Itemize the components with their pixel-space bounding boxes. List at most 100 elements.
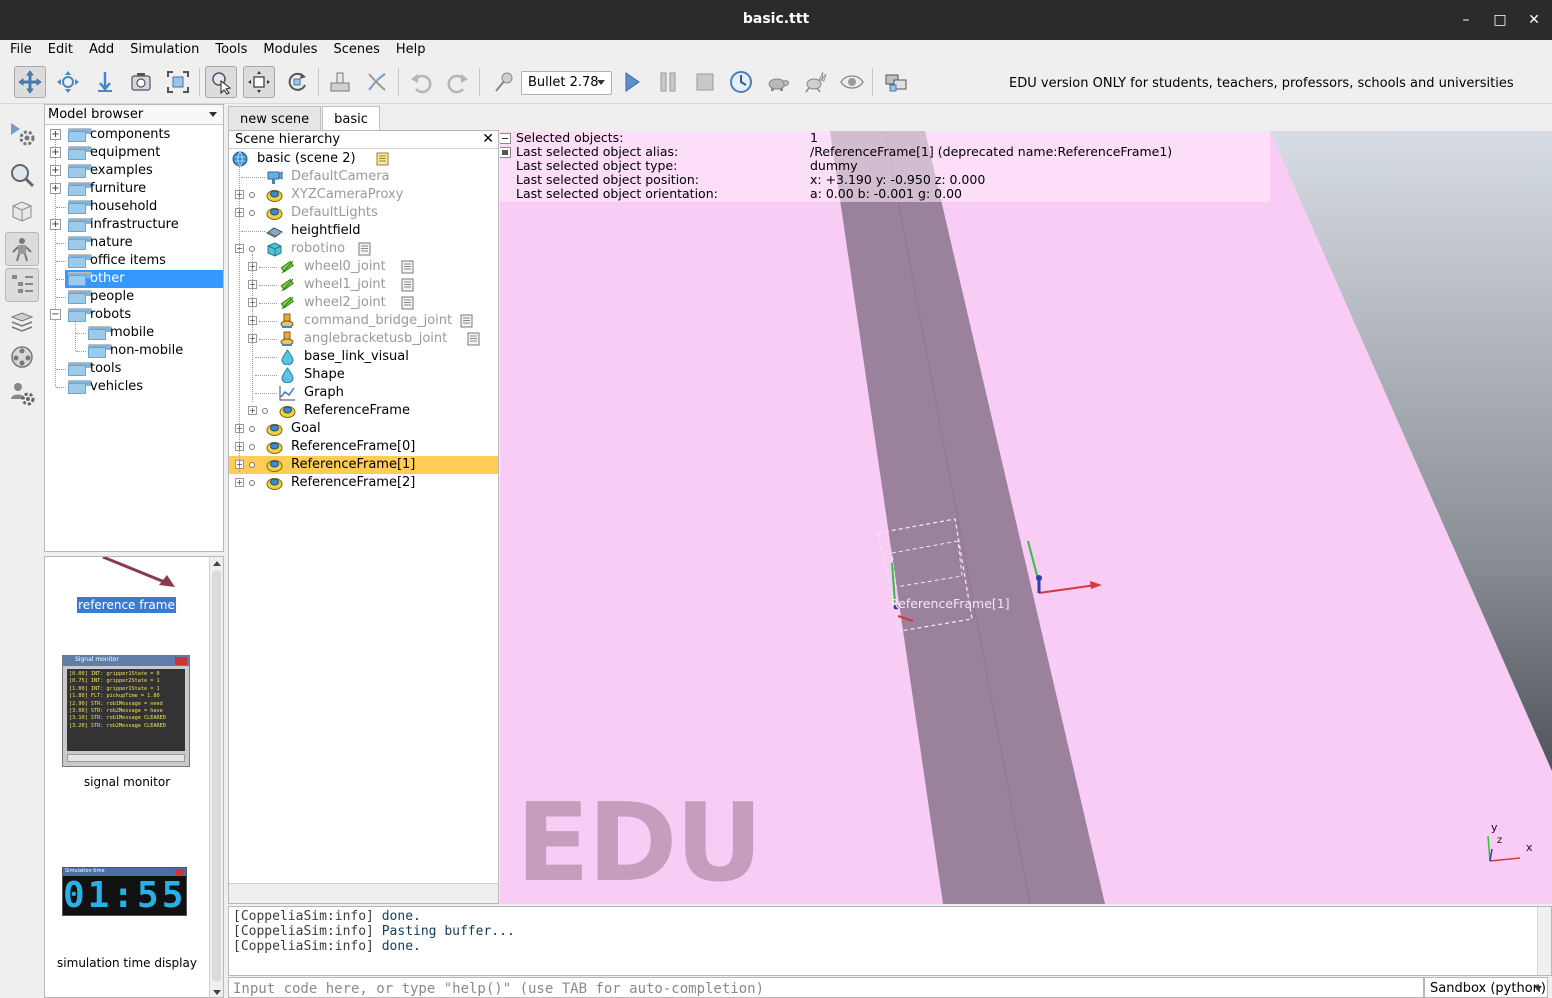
sandbox-select[interactable]: Sandbox (python): [1424, 977, 1548, 998]
shapes-edit-icon[interactable]: [5, 194, 39, 228]
folder-item-other[interactable]: other: [56, 270, 223, 288]
hierarchy-item-shape[interactable]: Shape: [229, 366, 498, 384]
visibility-dot-icon[interactable]: [249, 426, 255, 432]
script-icon[interactable]: [467, 332, 480, 346]
start-simulation-icon[interactable]: [615, 66, 647, 98]
physics-engine-select[interactable]: Bullet 2.78: [521, 71, 612, 95]
hierarchy-item-xyzcameraproxy[interactable]: + XYZCameraProxy: [229, 186, 498, 204]
expand-icon[interactable]: +: [50, 219, 61, 230]
info-collapse-toggle[interactable]: [500, 133, 511, 144]
code-input[interactable]: Input code here, or type "help()" (use T…: [228, 977, 1424, 998]
hierarchy-item-robotino[interactable]: − robotino: [229, 240, 498, 258]
slow-down-icon[interactable]: [762, 66, 794, 98]
page-selector-icon[interactable]: [880, 66, 912, 98]
assemble-icon[interactable]: [324, 66, 356, 98]
script-icon[interactable]: [460, 314, 473, 328]
thumbnail-signal-monitor[interactable]: Signal monitor [0.00] INT: gripper1State…: [45, 653, 209, 793]
thumbnail-reference-frame[interactable]: reference frame: [45, 557, 209, 627]
visibility-dot-icon[interactable]: [249, 246, 255, 252]
dynamics-icon[interactable]: [487, 66, 519, 98]
hierarchy-item-goal[interactable]: + Goal: [229, 420, 498, 438]
redo-icon[interactable]: [442, 66, 474, 98]
move-camera-icon[interactable]: [14, 66, 46, 98]
collapse-icon[interactable]: −: [50, 309, 61, 320]
menu-simulation[interactable]: Simulation: [120, 40, 205, 60]
undo-icon[interactable]: [405, 66, 437, 98]
stop-simulation-icon[interactable]: [689, 66, 721, 98]
expand-icon[interactable]: +: [248, 406, 257, 415]
hierarchy-item-anglebracketusb-joint[interactable]: + anglebracketusb_joint: [229, 330, 498, 348]
hierarchy-item-referenceframe[interactable]: + ReferenceFrame: [229, 402, 498, 420]
thumbnails-scrollbar[interactable]: [209, 557, 223, 997]
layers-icon[interactable]: [5, 304, 39, 338]
menu-edit[interactable]: Edit: [38, 40, 79, 60]
folder-item-equipment[interactable]: + equipment: [45, 144, 223, 162]
expand-icon[interactable]: +: [50, 183, 61, 194]
object-shift-icon[interactable]: [243, 66, 275, 98]
visibility-dot-icon[interactable]: [249, 444, 255, 450]
rotate-camera-icon[interactable]: [52, 66, 84, 98]
speed-up-icon[interactable]: [799, 66, 831, 98]
scene-viewport[interactable]: Selected objects: 1 Last selected object a…: [500, 131, 1552, 904]
visibility-dot-icon[interactable]: [249, 462, 255, 468]
close-button[interactable]: ✕: [1523, 9, 1545, 31]
script-icon[interactable]: [401, 278, 414, 292]
folder-item-components[interactable]: + components: [45, 126, 223, 144]
expand-icon[interactable]: +: [235, 478, 244, 487]
model-browser-header[interactable]: Model browser: [45, 105, 223, 125]
scroll-up-icon[interactable]: [213, 561, 221, 566]
maximize-button[interactable]: □: [1489, 9, 1511, 31]
hierarchy-item-defaultlights[interactable]: + DefaultLights: [229, 204, 498, 222]
folder-item-mobile[interactable]: mobile: [45, 324, 223, 342]
scene-hierarchy-icon[interactable]: [5, 268, 39, 302]
simulation-settings-icon[interactable]: [5, 116, 39, 150]
script-icon[interactable]: [401, 296, 414, 310]
scrollbar-thumb[interactable]: [212, 571, 221, 981]
expand-icon[interactable]: +: [50, 165, 61, 176]
hierarchy-item-wheel1-joint[interactable]: + wheel1_joint: [229, 276, 498, 294]
folder-item-infrastructure[interactable]: + infrastructure: [45, 216, 223, 234]
object-rotate-icon[interactable]: [281, 66, 313, 98]
close-icon[interactable]: ✕: [482, 131, 494, 147]
hierarchy-item-referenceframe-0[interactable]: + ReferenceFrame[0]: [229, 438, 498, 456]
visualization-icon[interactable]: [836, 66, 868, 98]
realtime-icon[interactable]: [725, 66, 757, 98]
visibility-dot-icon[interactable]: [249, 210, 255, 216]
folder-item-non-mobile[interactable]: non-mobile: [45, 342, 223, 360]
hierarchy-item-wheel0-joint[interactable]: + wheel0_joint: [229, 258, 498, 276]
minimize-button[interactable]: –: [1455, 9, 1477, 31]
click-selection-icon[interactable]: [205, 66, 237, 98]
console-scrollbar[interactable]: [1537, 907, 1551, 975]
folder-item-tools[interactable]: tools: [45, 360, 223, 378]
tab-basic[interactable]: basic: [322, 106, 380, 130]
scroll-down-icon[interactable]: [213, 990, 221, 995]
hierarchy-item-wheel2-joint[interactable]: + wheel2_joint: [229, 294, 498, 312]
folder-item-office-items[interactable]: office items: [45, 252, 223, 270]
folder-item-robots[interactable]: − robots: [45, 306, 223, 324]
user-settings-icon[interactable]: [5, 376, 39, 410]
zoom-camera-icon[interactable]: [89, 66, 121, 98]
hierarchy-item-defaultcamera[interactable]: DefaultCamera: [229, 168, 498, 186]
hierarchy-item-basic-scene-2[interactable]: basic (scene 2): [229, 150, 498, 168]
camera-angle-icon[interactable]: [125, 66, 157, 98]
folder-item-examples[interactable]: + examples: [45, 162, 223, 180]
script-icon[interactable]: [358, 242, 371, 256]
video-recorder-icon[interactable]: [5, 340, 39, 374]
info-toggle[interactable]: [500, 147, 511, 158]
hierarchy-item-heightfield[interactable]: heightfield: [229, 222, 498, 240]
hierarchy-horizontal-scrollbar[interactable]: [229, 883, 498, 903]
folder-item-furniture[interactable]: + furniture: [45, 180, 223, 198]
model-browser-icon[interactable]: [5, 232, 39, 266]
menu-tools[interactable]: Tools: [205, 40, 253, 60]
visibility-dot-icon[interactable]: [249, 480, 255, 486]
menu-help[interactable]: Help: [386, 40, 432, 60]
transfer-dna-icon[interactable]: [361, 66, 393, 98]
script-icon[interactable]: [401, 260, 414, 274]
folder-item-vehicles[interactable]: vehicles: [45, 378, 223, 396]
visibility-dot-icon[interactable]: [262, 408, 268, 414]
menu-scenes[interactable]: Scenes: [323, 40, 385, 60]
folder-item-people[interactable]: people: [45, 288, 223, 306]
thumbnail-simulation-time-display[interactable]: Simulation time 01:55 simulation time di…: [45, 865, 209, 985]
menu-file[interactable]: File: [0, 40, 38, 60]
menu-modules[interactable]: Modules: [253, 40, 323, 60]
